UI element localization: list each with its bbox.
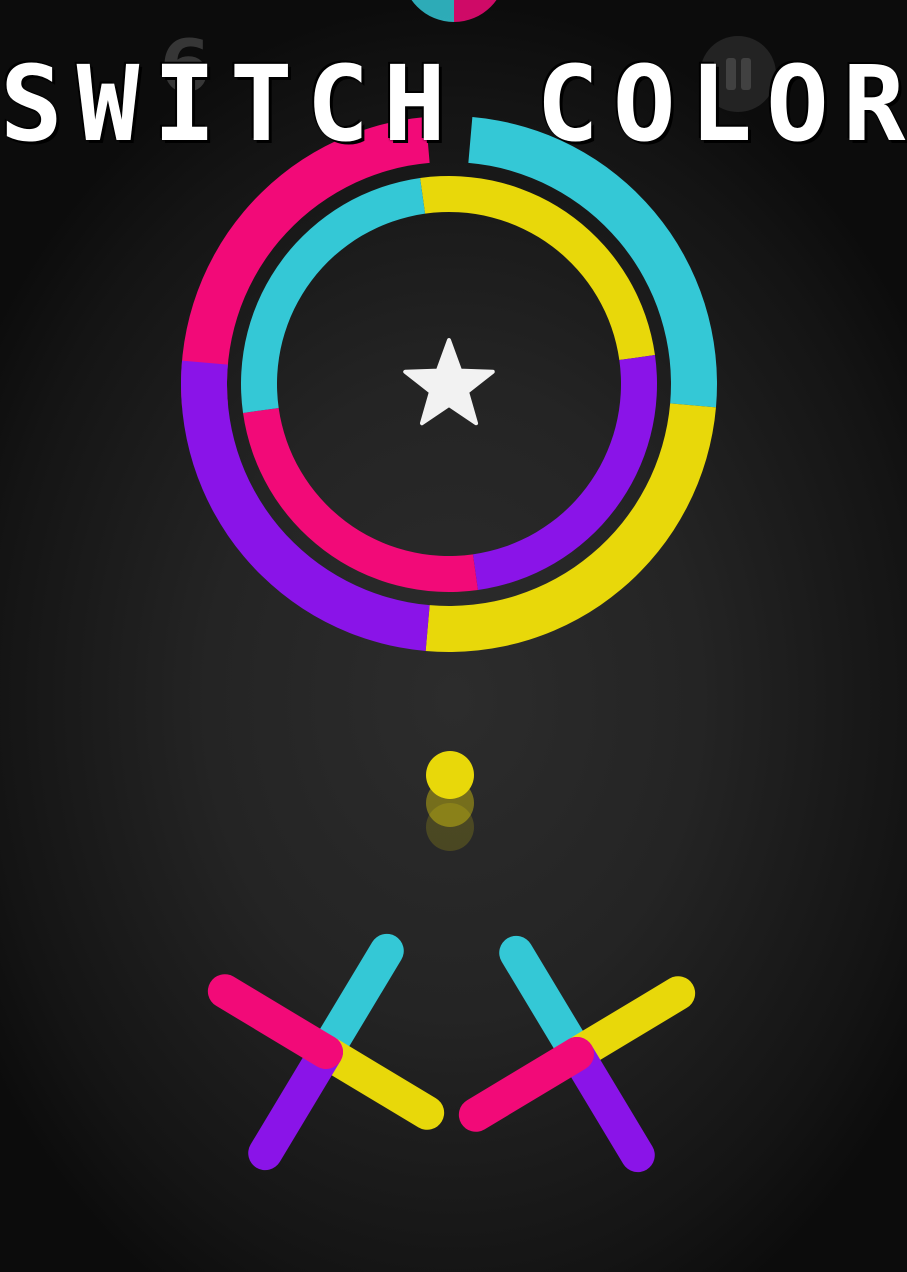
ball-circle [426, 751, 474, 799]
cross-arm-purple [248, 1035, 343, 1171]
cross-arm-magenta [207, 974, 343, 1069]
game-title: SWITCH COLOR [0, 43, 907, 165]
top-ring-partial [411, 0, 497, 22]
right-spinning-cross [458, 935, 696, 1173]
cross-arm-magenta [458, 1037, 594, 1132]
player-ball [426, 751, 474, 799]
left-spinning-cross [207, 933, 445, 1171]
cross-arm-cyan [499, 935, 594, 1071]
cross-arm-yellow [560, 976, 696, 1071]
top-ring-segment-cyan [411, 0, 454, 22]
game-canvas[interactable] [0, 0, 907, 1272]
cross-arm-purple [560, 1037, 655, 1173]
star-icon [403, 338, 495, 426]
cross-arm-cyan [309, 933, 404, 1069]
star-shape [403, 338, 495, 426]
top-ring-segment-magenta [454, 0, 497, 22]
game-screen[interactable]: 6 SWITCH COLOR [0, 0, 907, 1272]
cross-arm-yellow [309, 1035, 445, 1130]
